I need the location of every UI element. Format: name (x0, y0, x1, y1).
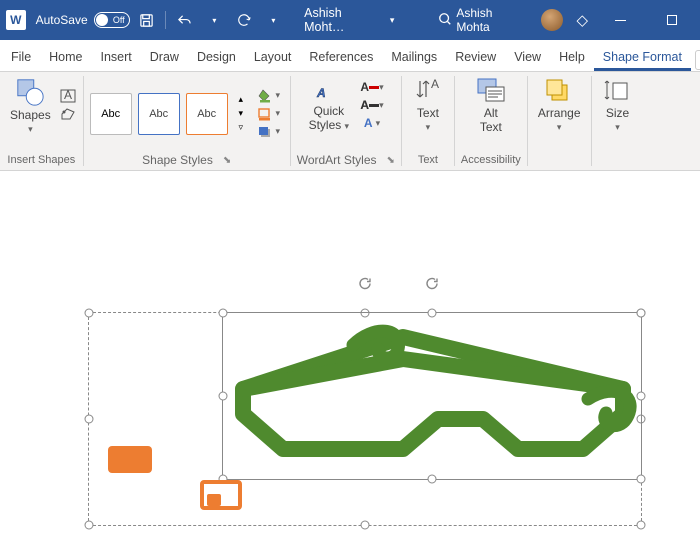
tab-file[interactable]: File (2, 43, 40, 71)
glasses-shape[interactable] (228, 319, 638, 479)
autosave-state: Off (113, 15, 125, 25)
draw-textbox-icon[interactable]: A (59, 88, 77, 104)
tab-mailings[interactable]: Mailings (382, 43, 446, 71)
tab-review[interactable]: Review (446, 43, 505, 71)
orange-shape-2[interactable] (200, 480, 242, 510)
wordart-launcher-icon[interactable]: ⬊ (387, 155, 395, 166)
group-shape-styles: Abc Abc Abc ▴ ▾ ▿ ▾ ▾ ▾ Shape Styles ⬊ (84, 72, 290, 170)
redo-icon[interactable] (231, 7, 257, 33)
titlebar: W AutoSave Off ▾ ▾ Ashish Moht… ▾ Ashish… (0, 0, 700, 40)
shape-effects-button[interactable]: ▾ (254, 124, 284, 140)
group-label-insert-shapes: Insert Shapes (6, 152, 77, 168)
quick-styles-button[interactable]: A QuickStyles ▾ (305, 75, 353, 135)
size-button[interactable]: Size▾ (598, 75, 638, 136)
group-accessibility: AltText Accessibility (455, 72, 527, 170)
ribbon-tabs: File Home Insert Draw Design Layout Refe… (0, 40, 700, 72)
document-owner: Ashish Moht… (304, 6, 384, 34)
ribbon: Shapes▾ A Insert Shapes Abc Abc Abc ▴ ▾ … (0, 72, 700, 171)
undo-icon[interactable] (172, 7, 198, 33)
edit-shape-icon[interactable] (59, 106, 77, 122)
undo-dropdown-icon[interactable]: ▾ (202, 7, 228, 33)
comments-button[interactable] (695, 50, 700, 70)
tab-references[interactable]: References (300, 43, 382, 71)
group-label-wordart: WordArt Styles (297, 153, 377, 167)
doc-dropdown-icon[interactable]: ▾ (390, 15, 395, 26)
svg-text:A: A (64, 89, 72, 102)
document-canvas[interactable] (0, 171, 700, 553)
group-text: A Text▾ Text (402, 72, 454, 170)
group-label-shape-styles: Shape Styles (142, 153, 213, 167)
tab-layout[interactable]: Layout (245, 43, 301, 71)
shape-styles-launcher-icon[interactable]: ⬊ (223, 155, 231, 166)
save-icon[interactable] (134, 7, 160, 33)
autosave-toggle[interactable]: AutoSave Off (36, 12, 130, 28)
word-app-icon: W (6, 10, 26, 30)
shape-fill-button[interactable]: ▾ (254, 88, 284, 104)
toggle-switch-icon[interactable]: Off (94, 12, 130, 28)
search-icon[interactable] (438, 12, 452, 29)
orange-shape-1[interactable] (108, 446, 152, 473)
svg-text:A: A (431, 77, 439, 91)
style-preset-3[interactable]: Abc (186, 93, 228, 135)
qat-customize-icon[interactable]: ▾ (261, 7, 287, 33)
page[interactable] (0, 171, 700, 553)
user-avatar[interactable] (541, 9, 562, 31)
style-preset-2[interactable]: Abc (138, 93, 180, 135)
tab-insert[interactable]: Insert (92, 43, 141, 71)
rotation-handle-outer-icon[interactable] (357, 276, 373, 295)
text-direction-button[interactable]: A Text▾ (408, 75, 448, 136)
alt-text-button[interactable]: AltText (471, 75, 511, 137)
shapes-gallery-button[interactable]: Shapes▾ (6, 75, 55, 138)
svg-text:A: A (316, 86, 326, 100)
group-arrange: Arrange▾ (528, 72, 591, 170)
autosave-label: AutoSave (36, 13, 88, 27)
tab-view[interactable]: View (505, 43, 550, 71)
group-wordart-styles: A QuickStyles ▾ A▾ A▾ A▾ WordArt Styles ⬊ (291, 72, 401, 170)
tab-shape-format[interactable]: Shape Format (594, 43, 691, 71)
style-gallery-more-icon[interactable]: ▿ (232, 121, 250, 135)
group-label-text: Text (408, 152, 448, 168)
group-size: Size▾ (592, 72, 644, 170)
style-preset-1[interactable]: Abc (90, 93, 132, 135)
rotation-handle-inner-icon[interactable] (424, 276, 440, 295)
shape-outline-button[interactable]: ▾ (254, 106, 284, 122)
minimize-button[interactable] (602, 6, 639, 34)
text-fill-button[interactable]: A▾ (357, 79, 387, 95)
style-gallery-up-icon[interactable]: ▴ (232, 93, 250, 107)
tab-design[interactable]: Design (188, 43, 245, 71)
diamond-icon[interactable]: ◇ (577, 11, 589, 29)
maximize-button[interactable] (653, 6, 690, 34)
style-gallery-down-icon[interactable]: ▾ (232, 107, 250, 121)
group-label-accessibility: Accessibility (461, 152, 521, 168)
user-name: Ashish Mohta (456, 6, 527, 34)
group-insert-shapes: Shapes▾ A Insert Shapes (0, 72, 83, 170)
arrange-button[interactable]: Arrange▾ (534, 75, 585, 136)
text-outline-button[interactable]: A▾ (357, 97, 387, 113)
text-effects-button[interactable]: A▾ (357, 115, 387, 131)
tab-help[interactable]: Help (550, 43, 594, 71)
tab-draw[interactable]: Draw (141, 43, 188, 71)
tab-home[interactable]: Home (40, 43, 91, 71)
